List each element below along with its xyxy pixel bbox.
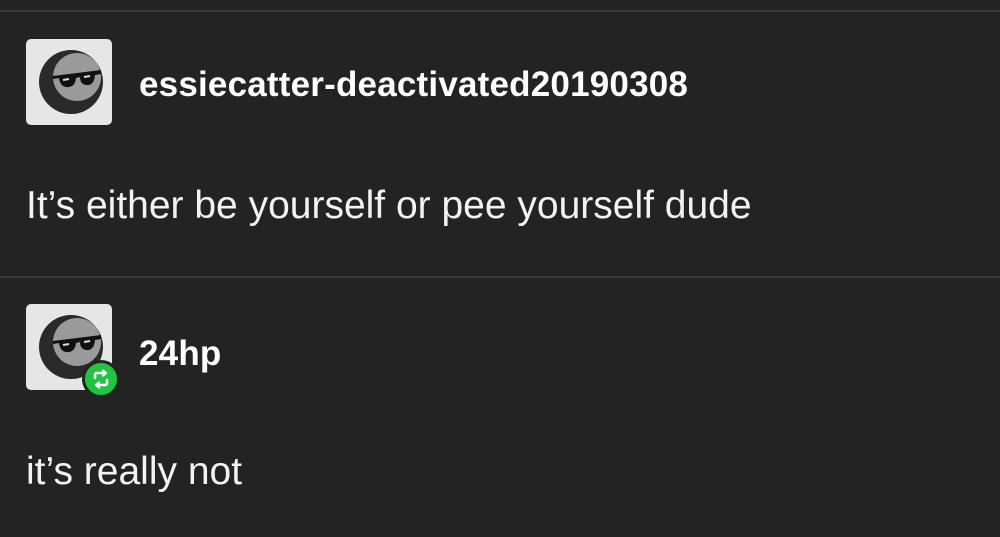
post-reblog: 24hp it’s really not bbox=[0, 278, 1000, 537]
post-body: It’s either be yourself or pee yourself … bbox=[26, 184, 752, 227]
avatar[interactable] bbox=[26, 304, 120, 398]
reblog-icon bbox=[93, 369, 109, 389]
username[interactable]: essiecatter-deactivated20190308 bbox=[139, 65, 688, 105]
moon-sunglasses-icon bbox=[39, 50, 103, 114]
post-body: it’s really not bbox=[26, 450, 243, 493]
avatar[interactable] bbox=[26, 39, 112, 125]
reblog-badge bbox=[82, 360, 120, 398]
username[interactable]: 24hp bbox=[139, 334, 222, 374]
post-original: essiecatter-deactivated20190308 It’s eit… bbox=[0, 12, 1000, 276]
